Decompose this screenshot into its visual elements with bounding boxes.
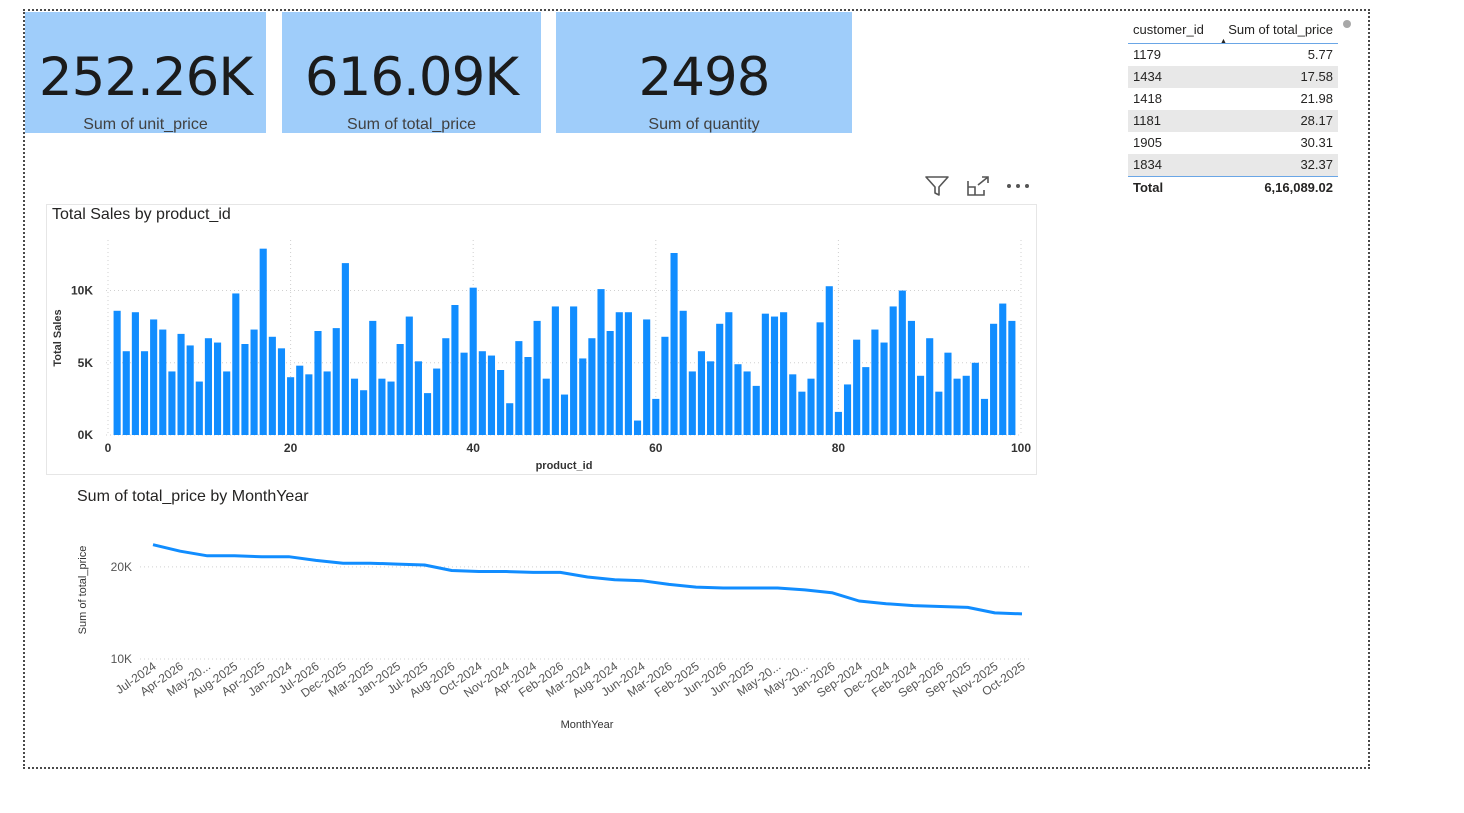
bar-chart-visual[interactable] xyxy=(46,204,1037,475)
filter-icon[interactable] xyxy=(924,174,950,198)
cell: 1418 xyxy=(1133,91,1162,106)
cell: 1179 xyxy=(1133,47,1161,62)
cell: 17.58 xyxy=(1300,69,1333,84)
kpi-label: Sum of quantity xyxy=(648,116,760,133)
focus-mode-icon[interactable] xyxy=(965,174,991,198)
cell: 21.98 xyxy=(1300,91,1333,106)
cell: 32.37 xyxy=(1300,157,1333,172)
table-row[interactable]: 1418 21.98 xyxy=(1128,88,1338,110)
cell: 30.31 xyxy=(1300,135,1333,150)
cell: 28.17 xyxy=(1300,113,1333,128)
table-row[interactable]: 1179 5.77 xyxy=(1128,44,1338,66)
column-header-sum-total-price[interactable]: Sum of total_price xyxy=(1228,22,1333,37)
table-total-row: Total 6,16,089.02 xyxy=(1128,176,1338,199)
line-chart-title: Sum of total_price by MonthYear xyxy=(77,488,309,505)
table-header: customer_id Sum of total_price ▲ xyxy=(1128,18,1338,45)
table-row[interactable]: 1905 30.31 xyxy=(1128,132,1338,154)
total-value: 6,16,089.02 xyxy=(1264,180,1333,195)
kpi-card-total-price[interactable]: 616.09K Sum of total_price xyxy=(282,12,541,133)
cell: 1181 xyxy=(1133,113,1161,128)
scrollbar-thumb[interactable] xyxy=(1343,20,1351,28)
cell: 1434 xyxy=(1133,69,1162,84)
more-options-icon[interactable] xyxy=(1005,174,1033,198)
kpi-value: 616.09K xyxy=(304,47,519,108)
kpi-value: 2498 xyxy=(638,47,771,108)
table-row[interactable]: 1181 28.17 xyxy=(1128,110,1338,132)
kpi-card-quantity[interactable]: 2498 Sum of quantity xyxy=(556,12,852,133)
kpi-value: 252.26K xyxy=(38,47,253,108)
kpi-card-unit-price[interactable]: 252.26K Sum of unit_price xyxy=(25,12,266,133)
customer-table[interactable]: customer_id Sum of total_price ▲ 1179 5.7… xyxy=(1128,18,1338,199)
column-header-customer-id[interactable]: customer_id xyxy=(1133,22,1204,37)
table-row[interactable]: 1434 17.58 xyxy=(1128,66,1338,88)
cell: 1905 xyxy=(1133,135,1162,150)
cell: 5.77 xyxy=(1307,47,1333,62)
kpi-label: Sum of total_price xyxy=(347,116,476,133)
table-row[interactable]: 1834 32.37 xyxy=(1128,154,1338,176)
sort-ascending-icon: ▲ xyxy=(1220,38,1227,45)
bar-chart-title: Total Sales by product_id xyxy=(52,206,231,223)
kpi-label: Sum of unit_price xyxy=(83,116,208,133)
total-label: Total xyxy=(1133,180,1164,195)
cell: 1834 xyxy=(1133,157,1162,172)
